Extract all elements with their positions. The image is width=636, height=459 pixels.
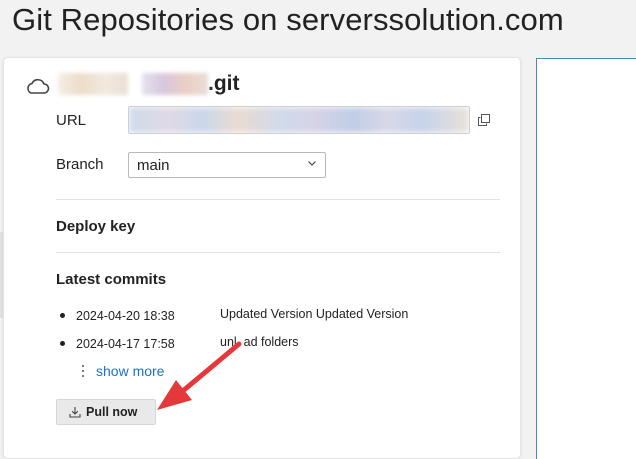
bullet xyxy=(60,313,65,318)
branch-label: Branch xyxy=(56,156,104,173)
repository-card: .git URL Branch main Deploy key Latest c… xyxy=(4,58,520,458)
bullet xyxy=(60,341,65,346)
commit-date: 2024-04-17 17:58 xyxy=(76,337,175,351)
download-icon xyxy=(69,407,81,418)
url-label: URL xyxy=(56,112,87,129)
commit-date: 2024-04-20 18:38 xyxy=(76,309,175,323)
redacted-url xyxy=(129,107,469,133)
side-panel xyxy=(536,58,636,459)
section-divider xyxy=(56,252,500,253)
section-divider xyxy=(56,199,500,200)
repository-name: .git xyxy=(58,72,240,96)
show-more-link[interactable]: show more xyxy=(96,363,164,379)
redacted-name-part xyxy=(142,73,208,95)
branch-select[interactable]: main xyxy=(128,152,326,178)
repository-name-suffix: .git xyxy=(208,72,240,95)
url-field[interactable] xyxy=(128,106,470,134)
redacted-name-part xyxy=(58,73,128,95)
pull-now-label: Pull now xyxy=(86,405,138,419)
latest-commits-title: Latest commits xyxy=(56,271,167,288)
commit-message: unl ad folders xyxy=(220,335,299,349)
page-title: Git Repositories on serverssolution.com xyxy=(12,2,564,37)
branch-select-value: main xyxy=(137,157,170,174)
commit-message: Updated Version Updated Version xyxy=(220,307,409,321)
cloud-icon xyxy=(27,78,50,94)
deploy-key-title: Deploy key xyxy=(56,218,136,235)
pull-now-button[interactable]: Pull now xyxy=(56,399,156,425)
chevron-down-icon xyxy=(308,161,316,166)
copy-icon[interactable] xyxy=(478,114,490,126)
kebab-icon xyxy=(82,365,84,377)
